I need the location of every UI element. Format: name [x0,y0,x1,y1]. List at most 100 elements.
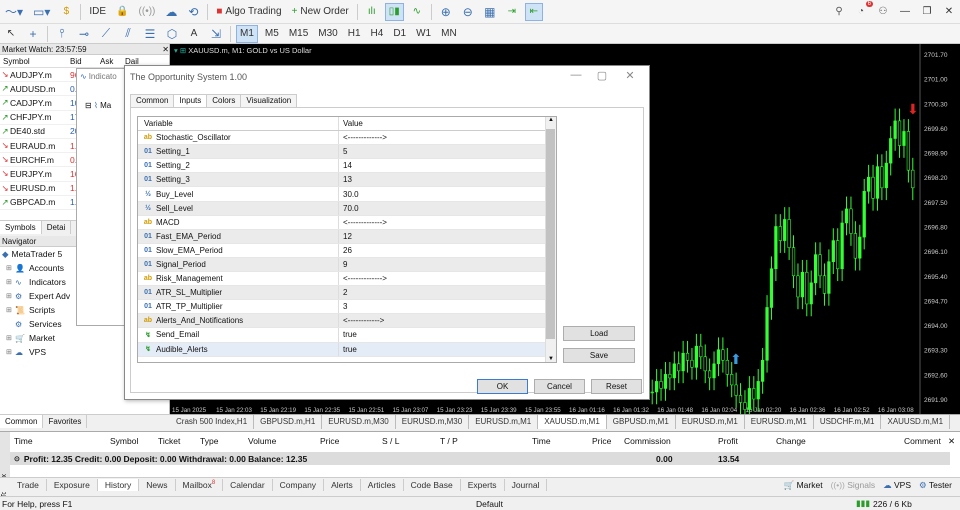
zoom-out-icon[interactable]: ⊖ [459,3,477,21]
timeframe-d1[interactable]: D1 [390,25,409,43]
restore-icon[interactable]: ❐ [918,3,936,21]
tab-inputs[interactable]: Inputs [173,94,208,108]
expand-icon[interactable]: ⊞ [6,292,15,300]
ide-button[interactable]: IDE [86,3,109,21]
input-value[interactable]: <-------------> [338,131,387,145]
chart-tab[interactable]: GBPUSD.m,M1 [607,415,676,429]
column-sl[interactable]: S / L [382,436,399,446]
input-row[interactable]: 01 ATR_TP_Multiplier 3 [138,300,556,315]
trend-line-icon[interactable]: ⟋ [97,25,115,43]
column-price[interactable]: Price [320,436,339,446]
column-tp[interactable]: T / P [440,436,458,446]
input-row[interactable]: 01 ATR_SL_Multiplier 2 [138,286,556,301]
input-value[interactable]: 2 [338,286,347,300]
line-chart-icon[interactable]: ∿ [408,3,426,21]
timeframe-m5[interactable]: M5 [262,25,282,43]
chart-tab[interactable]: XAUUSD.m,M1 [538,415,607,429]
expand-icon[interactable]: ⊞ [6,264,15,272]
column-volume[interactable]: Volume [248,436,276,446]
bar-chart-icon[interactable]: ılı [363,3,381,21]
input-value[interactable]: 12 [338,229,352,243]
history-icon[interactable]: ⟲ [184,3,202,21]
expand-icon[interactable]: ⊞ [6,278,15,286]
close-icon[interactable]: ✕ [617,69,643,85]
chart-tab[interactable]: EURUSD.m,M1 [745,415,814,429]
shapes-icon[interactable]: ⬡ [163,25,181,43]
tab-symbols[interactable]: Symbols [0,221,42,234]
input-row[interactable]: 01 Signal_Period 9 [138,257,556,273]
close-icon[interactable]: ✕ [162,45,169,54]
chart-tab[interactable]: Crash 500 Index,H1 [170,415,255,429]
tab-favorites[interactable]: Favorites [43,415,88,428]
expand-icon[interactable]: ⊞ [6,348,15,356]
input-value[interactable]: 9 [338,257,347,272]
channel-icon[interactable]: ⫽ [119,25,137,43]
cursor-icon[interactable]: ↖ [2,25,20,43]
input-row[interactable]: ↯ Audible_Alerts true [138,342,556,357]
grid-scrollbar[interactable]: ▲ ▼ [545,117,556,362]
timeframe-mn[interactable]: MN [438,25,460,43]
close-icon[interactable]: ✕ [940,3,958,21]
timeframe-m15[interactable]: M15 [286,25,311,43]
timeframe-m1[interactable]: M1 [236,24,258,43]
input-value[interactable]: 70.0 [338,201,359,215]
cancel-button[interactable]: Cancel [534,379,585,394]
ok-button[interactable]: OK [477,379,528,394]
input-value[interactable]: 30.0 [338,187,359,201]
crosshair-icon[interactable]: + [24,25,42,43]
tab-articles[interactable]: Articles [361,479,404,491]
chart-tab[interactable]: EURUSD.m,M1 [676,415,745,429]
input-row[interactable]: ab Alerts_And_Notifications <------------> [138,314,556,329]
timeframe-w1[interactable]: W1 [413,25,434,43]
tab-news[interactable]: News [139,479,176,491]
input-row[interactable]: 01 Setting_2 14 [138,159,556,174]
input-value[interactable]: 13 [338,173,352,187]
search-icon[interactable]: ⚲ [830,3,848,21]
toolbox-market-button[interactable]: 🛒 Market [784,480,823,491]
dollar-icon[interactable]: $ [57,3,75,21]
chart-tab[interactable]: EURUSD.m,M30 [396,415,470,429]
signal-icon[interactable]: ((•)) [136,3,159,21]
timeframe-h4[interactable]: H4 [368,25,387,43]
reset-button[interactable]: Reset [591,379,642,394]
tab-journal[interactable]: Journal [505,479,548,491]
load-button[interactable]: Load [563,326,635,341]
column-value[interactable]: Value [338,117,363,131]
input-row[interactable]: ½ Sell_Level 70.0 [138,201,556,216]
input-row[interactable]: ab Stochastic_Oscillator <-------------> [138,131,556,146]
scroll-down-icon[interactable]: ▼ [548,356,554,362]
maximize-icon[interactable]: ▢ [589,69,615,85]
tab-experts[interactable]: Experts [461,479,505,491]
arrows-icon[interactable]: ⇲ [207,25,225,43]
expand-icon[interactable]: ⊞ [6,306,15,314]
scrollbar-thumb[interactable] [546,129,555,339]
collapse-icon[interactable]: ⊙ [14,455,20,463]
toolbox-signals-button[interactable]: ((•)) Signals [831,480,876,490]
tab-calendar[interactable]: Calendar [223,479,273,491]
input-row[interactable]: 01 Slow_EMA_Period 26 [138,243,556,258]
candle-chart-icon[interactable]: ▯▮ [384,2,404,21]
notification-icon[interactable]: ◔ 6 [852,0,873,21]
tab-visualization[interactable]: Visualization [240,94,298,108]
input-row[interactable]: ab MACD <-------------> [138,215,556,230]
algo-trading-button[interactable]: ■ Algo Trading [213,3,284,21]
expand-icon[interactable]: ⊞ [6,334,15,342]
input-row[interactable]: 01 Setting_1 5 [138,145,556,160]
chart-shift-icon[interactable]: ⇥ [503,3,521,21]
timeframe-h1[interactable]: H1 [345,25,364,43]
tab-common[interactable]: Common [0,415,44,428]
user-icon[interactable]: ⚇ [874,3,892,21]
tab-alerts[interactable]: Alerts [324,479,361,491]
horizontal-line-icon[interactable]: ⊸ [75,25,93,43]
input-value[interactable]: <-------------> [338,215,387,229]
column-close-price[interactable]: Price [592,436,611,446]
save-button[interactable]: Save [563,348,635,363]
cloud-icon[interactable]: ☁ [162,3,180,21]
chart-tab[interactable]: EURUSD.m,M1 [469,415,539,429]
vertical-line-icon[interactable]: ⫯ [53,25,71,43]
tab-details[interactable]: Detai [42,221,72,234]
tab-mailbox[interactable]: Mailbox8 [176,479,224,491]
tab-exposure[interactable]: Exposure [47,479,98,491]
column-ask[interactable]: Ask [100,57,125,66]
chart-tab[interactable]: EURUSD.m,M30 [322,415,396,429]
